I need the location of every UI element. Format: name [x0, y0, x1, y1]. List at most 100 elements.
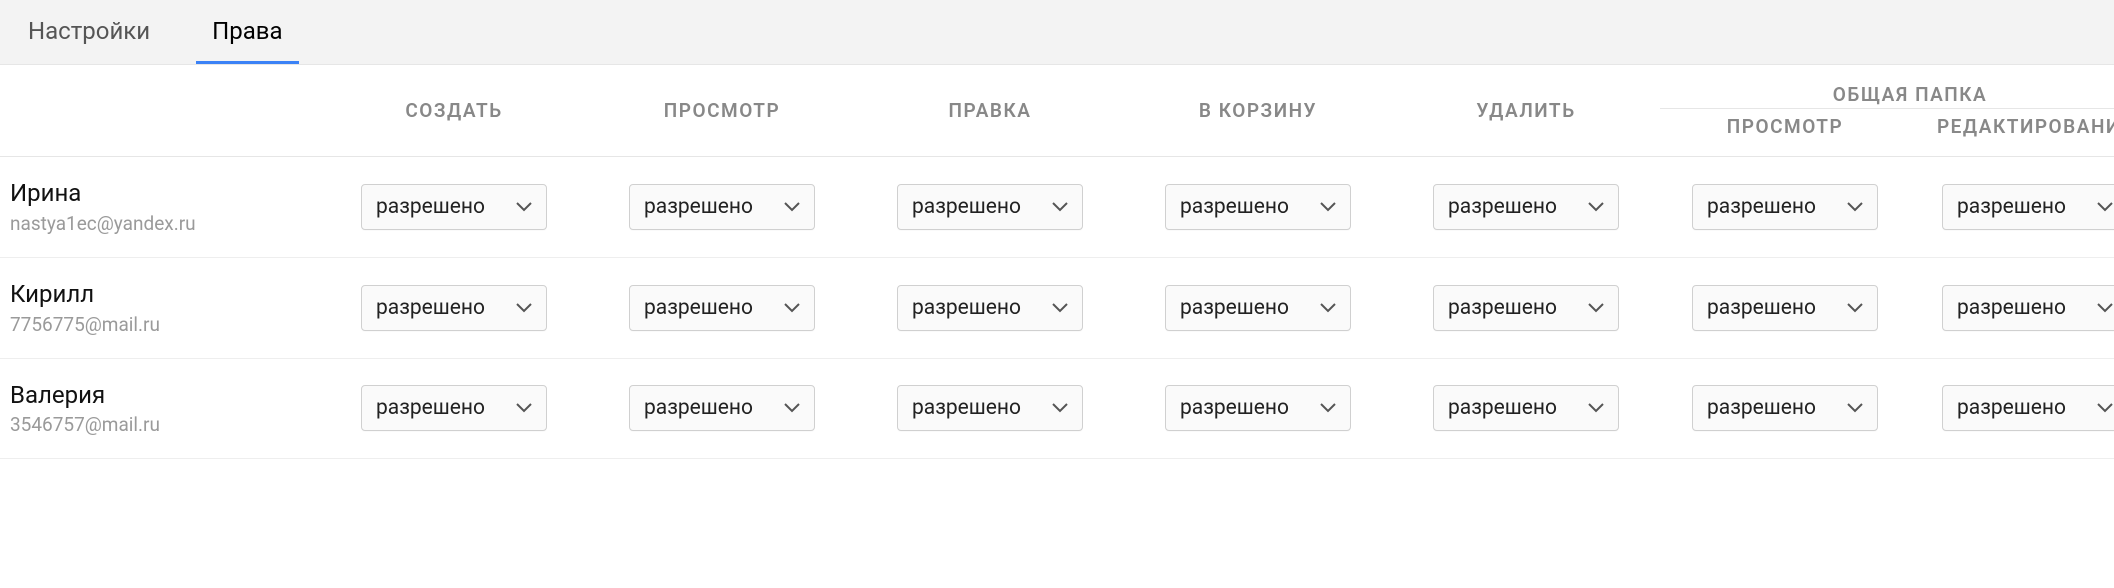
perm-select-delete[interactable]: разрешено	[1433, 385, 1619, 431]
perm-select-view[interactable]: разрешено	[629, 184, 815, 230]
perm-select-create[interactable]: разрешено	[361, 285, 547, 331]
perm-cell-edit: разрешено	[856, 358, 1124, 459]
user-cell: Кирилл 7756775@mail.ru	[0, 257, 320, 358]
perm-select-value: разрешено	[1707, 195, 1816, 219]
perm-select-value: разрешено	[1448, 296, 1557, 320]
user-email: 3546757@mail.ru	[10, 413, 312, 436]
col-shared-group: ОБЩАЯ ПАПКА	[1660, 65, 2114, 109]
perm-select-trash[interactable]: разрешено	[1165, 184, 1351, 230]
perm-cell-shared_view: разрешено	[1660, 358, 1910, 459]
user-name: Валерия	[10, 381, 312, 410]
user-name: Кирилл	[10, 280, 312, 309]
chevron-down-icon	[784, 303, 800, 313]
chevron-down-icon	[1588, 202, 1604, 212]
perm-select-value: разрешено	[1957, 195, 2066, 219]
perm-select-shared_view[interactable]: разрешено	[1692, 285, 1878, 331]
perm-cell-trash: разрешено	[1124, 257, 1392, 358]
chevron-down-icon	[784, 202, 800, 212]
perm-select-edit[interactable]: разрешено	[897, 385, 1083, 431]
perm-cell-view: разрешено	[588, 358, 856, 459]
perm-select-value: разрешено	[644, 195, 753, 219]
chevron-down-icon	[516, 403, 532, 413]
perm-select-shared_edit[interactable]: разрешено	[1942, 385, 2114, 431]
perm-select-value: разрешено	[912, 396, 1021, 420]
perm-select-shared_edit[interactable]: разрешено	[1942, 184, 2114, 230]
chevron-down-icon	[516, 202, 532, 212]
user-email: 7756775@mail.ru	[10, 313, 312, 336]
perm-select-delete[interactable]: разрешено	[1433, 184, 1619, 230]
col-view: ПРОСМОТР	[588, 65, 856, 157]
perm-select-value: разрешено	[1180, 195, 1289, 219]
perm-cell-trash: разрешено	[1124, 157, 1392, 258]
perm-cell-create: разрешено	[320, 257, 588, 358]
col-trash: В КОРЗИНУ	[1124, 65, 1392, 157]
perm-select-trash[interactable]: разрешено	[1165, 285, 1351, 331]
perm-select-view[interactable]: разрешено	[629, 285, 815, 331]
permissions-table: СОЗДАТЬ ПРОСМОТР ПРАВКА В КОРЗИНУ УДАЛИТ…	[0, 65, 2114, 459]
perm-cell-shared_edit: разрешено	[1910, 157, 2114, 258]
perm-select-value: разрешено	[376, 195, 485, 219]
table-row: Кирилл 7756775@mail.ru разрешено разрешено р…	[0, 257, 2114, 358]
chevron-down-icon	[1847, 303, 1863, 313]
table-row: Иринаnastya1ec@yandex.ru разрешено разреше…	[0, 157, 2114, 258]
chevron-down-icon	[2097, 303, 2113, 313]
perm-cell-shared_view: разрешено	[1660, 257, 1910, 358]
chevron-down-icon	[1320, 403, 1336, 413]
chevron-down-icon	[1588, 403, 1604, 413]
chevron-down-icon	[1052, 202, 1068, 212]
perm-cell-edit: разрешено	[856, 157, 1124, 258]
perm-select-value: разрешено	[1180, 296, 1289, 320]
perm-select-value: разрешено	[912, 195, 1021, 219]
chevron-down-icon	[1052, 303, 1068, 313]
chevron-down-icon	[1847, 202, 1863, 212]
chevron-down-icon	[1847, 403, 1863, 413]
perm-select-delete[interactable]: разрешено	[1433, 285, 1619, 331]
perm-select-edit[interactable]: разрешено	[897, 184, 1083, 230]
chevron-down-icon	[1320, 303, 1336, 313]
perm-cell-view: разрешено	[588, 257, 856, 358]
perm-cell-shared_edit: разрешено	[1910, 257, 2114, 358]
perm-cell-edit: разрешено	[856, 257, 1124, 358]
perm-cell-shared_edit: разрешено	[1910, 358, 2114, 459]
col-user	[0, 65, 320, 157]
perm-cell-create: разрешено	[320, 157, 588, 258]
chevron-down-icon	[1588, 303, 1604, 313]
user-cell: Валерия 3546757@mail.ru	[0, 358, 320, 459]
perm-select-value: разрешено	[644, 396, 753, 420]
perm-select-edit[interactable]: разрешено	[897, 285, 1083, 331]
chevron-down-icon	[1052, 403, 1068, 413]
perm-select-value: разрешено	[1957, 396, 2066, 420]
perm-select-trash[interactable]: разрешено	[1165, 385, 1351, 431]
col-shared-view: ПРОСМОТР	[1660, 109, 1910, 157]
user-name: Ирина	[10, 179, 312, 208]
perm-cell-view: разрешено	[588, 157, 856, 258]
tabs-bar: Настройки Права	[0, 0, 2114, 65]
user-cell: Иринаnastya1ec@yandex.ru	[0, 157, 320, 258]
chevron-down-icon	[784, 403, 800, 413]
perm-cell-trash: разрешено	[1124, 358, 1392, 459]
col-delete: УДАЛИТЬ	[1392, 65, 1660, 157]
chevron-down-icon	[1320, 202, 1336, 212]
perm-select-value: разрешено	[912, 296, 1021, 320]
perm-select-shared_view[interactable]: разрешено	[1692, 184, 1878, 230]
perm-cell-delete: разрешено	[1392, 358, 1660, 459]
perm-select-shared_edit[interactable]: разрешено	[1942, 285, 2114, 331]
perm-cell-create: разрешено	[320, 358, 588, 459]
perm-select-view[interactable]: разрешено	[629, 385, 815, 431]
col-edit: ПРАВКА	[856, 65, 1124, 157]
perm-select-create[interactable]: разрешено	[361, 385, 547, 431]
perm-cell-delete: разрешено	[1392, 157, 1660, 258]
perm-select-shared_view[interactable]: разрешено	[1692, 385, 1878, 431]
perm-select-value: разрешено	[376, 396, 485, 420]
perm-select-value: разрешено	[1448, 195, 1557, 219]
perm-select-value: разрешено	[1448, 396, 1557, 420]
tab-settings[interactable]: Настройки	[12, 0, 166, 64]
chevron-down-icon	[516, 303, 532, 313]
perm-select-value: разрешено	[1707, 296, 1816, 320]
perm-select-value: разрешено	[1957, 296, 2066, 320]
perm-select-value: разрешено	[1180, 396, 1289, 420]
perm-select-value: разрешено	[1707, 396, 1816, 420]
tab-permissions[interactable]: Права	[196, 0, 298, 64]
perm-select-create[interactable]: разрешено	[361, 184, 547, 230]
col-shared-edit: РЕДАКТИРОВАНИЕ	[1910, 109, 2114, 157]
